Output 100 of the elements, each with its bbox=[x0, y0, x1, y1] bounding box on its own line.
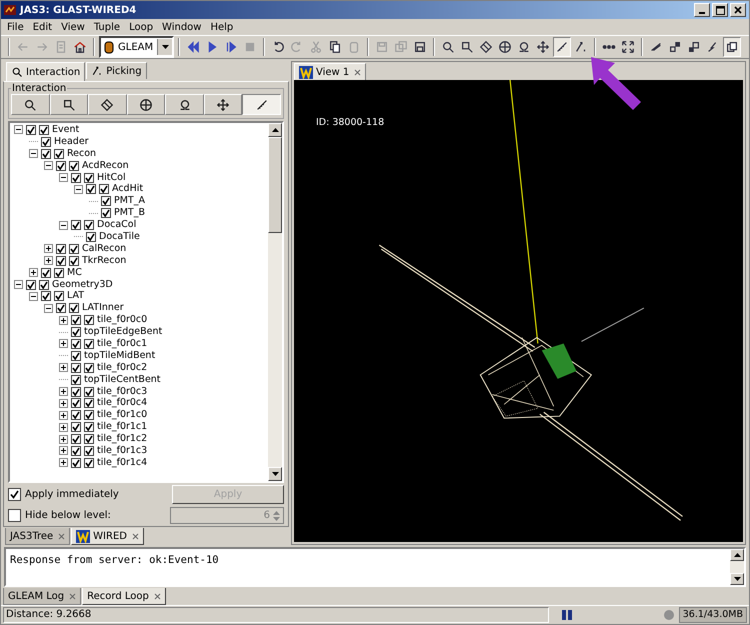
tree-item[interactable]: DocaTile bbox=[99, 230, 140, 243]
checkbox[interactable] bbox=[41, 136, 51, 147]
tree-item[interactable]: CalRecon bbox=[82, 242, 126, 255]
checkbox[interactable] bbox=[71, 458, 81, 468]
collapse-icon[interactable] bbox=[44, 161, 53, 170]
overlap-button[interactable] bbox=[723, 37, 742, 57]
console-tab[interactable]: GLEAM Log bbox=[3, 588, 82, 605]
memory-readout[interactable]: 36.1/43.0MB bbox=[678, 607, 747, 623]
dataset-dropdown[interactable]: GLEAM bbox=[99, 36, 174, 58]
tree-item[interactable]: tile_f0r1c0 bbox=[97, 409, 148, 422]
checkbox[interactable] bbox=[56, 160, 66, 171]
expand-icon[interactable] bbox=[44, 244, 53, 254]
collapse-icon[interactable] bbox=[14, 280, 23, 290]
diamond-tool-button[interactable] bbox=[88, 94, 127, 115]
move-tool-button[interactable] bbox=[204, 94, 242, 115]
tree-item[interactable]: AcdHit bbox=[112, 183, 144, 196]
tree-item[interactable]: PMT_B bbox=[114, 207, 145, 220]
checkbox[interactable] bbox=[84, 172, 94, 182]
checkbox[interactable] bbox=[56, 303, 66, 314]
tree-item[interactable]: Header bbox=[54, 136, 89, 148]
omega-tool-button[interactable] bbox=[165, 94, 204, 115]
checkbox[interactable] bbox=[69, 244, 79, 254]
tree-item[interactable]: tile_f0r0c3 bbox=[97, 386, 148, 398]
tree-item[interactable]: tile_f0r1c2 bbox=[97, 433, 148, 446]
view-tab[interactable]: View 1 bbox=[294, 63, 366, 80]
zoom-rect-tool-button[interactable] bbox=[50, 94, 88, 115]
collapse-icon[interactable] bbox=[29, 292, 38, 301]
checkbox[interactable] bbox=[71, 220, 81, 230]
tree-item[interactable]: PMT_A bbox=[114, 195, 145, 208]
checkbox[interactable] bbox=[54, 291, 64, 302]
close-icon[interactable] bbox=[69, 592, 76, 600]
collapse-icon[interactable] bbox=[29, 149, 38, 158]
tree-item[interactable]: Geometry3D bbox=[52, 278, 113, 291]
zoom-tool-button[interactable] bbox=[11, 94, 50, 115]
tree-item[interactable]: LAT bbox=[67, 290, 84, 302]
expand-icon[interactable] bbox=[59, 387, 68, 396]
checkbox[interactable] bbox=[69, 256, 79, 266]
menu-item[interactable]: File bbox=[3, 22, 28, 32]
tree-item[interactable]: tile_f0r1c3 bbox=[97, 445, 148, 457]
expand-icon[interactable] bbox=[29, 268, 38, 278]
menu-item[interactable]: Help bbox=[206, 22, 238, 32]
tree-item[interactable]: DocaCol bbox=[97, 219, 136, 232]
collapse-icon[interactable] bbox=[14, 125, 23, 134]
expand-icon[interactable] bbox=[59, 398, 68, 408]
collapse-icon[interactable] bbox=[74, 184, 83, 194]
collapse-icon[interactable] bbox=[59, 220, 68, 230]
menu-item[interactable]: Loop bbox=[125, 22, 158, 32]
menu-item[interactable]: Edit bbox=[28, 22, 56, 32]
tree-item[interactable]: HitCol bbox=[97, 172, 126, 184]
checkbox[interactable] bbox=[84, 458, 94, 468]
tree-item[interactable]: tile_f0r1c1 bbox=[97, 421, 148, 434]
checkbox[interactable] bbox=[56, 244, 66, 254]
panel-tab[interactable]: Interaction bbox=[6, 62, 86, 81]
apply-immediately-checkbox[interactable]: Apply immediately bbox=[8, 488, 119, 501]
checkbox[interactable] bbox=[71, 172, 81, 182]
event-display-canvas[interactable]: ID: 38000-118 bbox=[294, 80, 743, 542]
expand-icon[interactable] bbox=[59, 422, 68, 432]
tree-item[interactable]: topTileEdgeBent bbox=[84, 326, 162, 338]
tree-item[interactable]: AcdRecon bbox=[82, 160, 129, 172]
checkbox[interactable] bbox=[84, 315, 94, 326]
tree-item[interactable]: tile_f0r0c0 bbox=[97, 314, 148, 326]
tree-item[interactable]: tile_f0r0c2 bbox=[97, 362, 148, 374]
checkbox[interactable] bbox=[84, 410, 94, 420]
ruler-button[interactable] bbox=[553, 37, 572, 57]
checkbox[interactable] bbox=[84, 434, 94, 444]
scrollbar[interactable] bbox=[268, 123, 282, 481]
checkbox[interactable] bbox=[71, 374, 81, 385]
expand-icon[interactable] bbox=[59, 446, 68, 456]
ruler-tool-button[interactable] bbox=[242, 94, 282, 115]
expand-icon[interactable] bbox=[59, 316, 68, 325]
expand-icon[interactable] bbox=[59, 434, 68, 444]
maximize-button[interactable] bbox=[712, 3, 728, 17]
close-icon[interactable] bbox=[132, 532, 139, 540]
checkbox[interactable] bbox=[54, 268, 64, 278]
panel-tab[interactable]: Picking bbox=[86, 62, 147, 79]
collapse-icon[interactable] bbox=[44, 304, 53, 313]
menu-item[interactable]: Window bbox=[158, 22, 206, 32]
minimize-button[interactable] bbox=[694, 3, 710, 17]
checkbox[interactable] bbox=[26, 280, 36, 290]
tree-item[interactable]: LATInner bbox=[82, 302, 124, 314]
checkbox[interactable] bbox=[84, 386, 94, 397]
close-icon[interactable] bbox=[354, 68, 362, 76]
checkbox[interactable] bbox=[71, 362, 81, 373]
checkbox[interactable] bbox=[84, 422, 94, 432]
panel-tab[interactable]: JAS3Tree bbox=[5, 528, 70, 545]
expand-icon[interactable] bbox=[59, 458, 68, 468]
checkbox[interactable] bbox=[84, 398, 94, 408]
panel-tab[interactable]: WIRED bbox=[71, 528, 144, 545]
checkbox[interactable] bbox=[86, 184, 96, 194]
tree-item[interactable]: MC bbox=[67, 266, 82, 279]
tree-item[interactable]: tile_f0r0c4 bbox=[97, 397, 148, 410]
tree-item[interactable]: topTileCentBent bbox=[84, 374, 161, 386]
pause-icon[interactable] bbox=[561, 609, 573, 621]
expand-icon[interactable] bbox=[44, 256, 53, 266]
checkbox[interactable] bbox=[54, 148, 64, 159]
close-icon[interactable] bbox=[154, 592, 161, 600]
tree-item[interactable]: Recon bbox=[67, 148, 96, 160]
checkbox[interactable] bbox=[71, 327, 81, 338]
checkbox[interactable] bbox=[84, 220, 94, 230]
globe-tool-button[interactable] bbox=[126, 94, 166, 115]
